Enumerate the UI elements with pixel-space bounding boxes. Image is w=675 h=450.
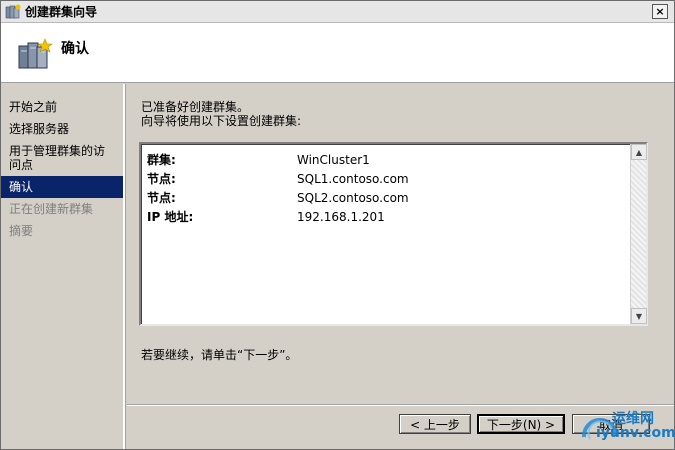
step-before-you-begin: 开始之前	[1, 96, 123, 118]
continue-instruction: 若要继续，请单击“下一步”。	[141, 348, 298, 362]
scroll-down-button[interactable]: ▼	[631, 308, 647, 324]
step-creating-cluster: 正在创建新群集	[1, 198, 123, 220]
next-button[interactable]: 下一步(N) >	[477, 414, 565, 434]
confirmation-content: 已准备好创建群集。 向导将使用以下设置创建群集: 群集: WinCluster1…	[127, 84, 674, 404]
step-label: 正在创建新群集	[9, 202, 94, 216]
step-access-point: 用于管理群集的访问点	[1, 140, 123, 176]
setting-key: 节点:	[147, 191, 176, 205]
setting-value: SQL1.contoso.com	[297, 171, 409, 186]
window-title: 创建群集向导	[25, 5, 98, 19]
step-label: 摘要	[9, 224, 34, 238]
cluster-servers-icon	[17, 37, 53, 73]
site-watermark: 运维网 iyunv.com	[576, 405, 675, 447]
setting-key: 群集:	[147, 153, 176, 167]
arrow-down-icon: ▼	[635, 311, 643, 321]
setting-value: 192.168.1.201	[297, 209, 385, 224]
arrow-up-icon: ▲	[635, 147, 643, 157]
step-label: 用于管理群集的访问点	[9, 144, 106, 172]
setting-value: SQL2.contoso.com	[297, 190, 409, 205]
watermark-text-domain: iyunv.com	[596, 425, 675, 441]
setting-key: IP 地址:	[147, 210, 194, 224]
step-select-servers: 选择服务器	[1, 118, 123, 140]
setting-value: WinCluster1	[297, 152, 370, 167]
setting-row-node: 节点: SQL2.contoso.com	[147, 188, 409, 207]
step-confirmation: 确认	[1, 176, 123, 198]
step-label: 选择服务器	[9, 122, 70, 136]
scroll-up-button[interactable]: ▲	[631, 144, 647, 160]
wizard-window: 创建群集向导 × 确认 开始之前 选择服务器 用于管理群集的访问点 确认 正在创…	[0, 0, 675, 450]
title-bar: 创建群集向导 ×	[1, 1, 674, 23]
settings-intro-text: 向导将使用以下设置创建群集:	[141, 114, 302, 128]
step-label: 确认	[9, 180, 34, 194]
close-button[interactable]: ×	[652, 4, 668, 19]
page-title: 确认	[61, 41, 89, 57]
setting-row-node: 节点: SQL1.contoso.com	[147, 169, 409, 188]
vertical-scrollbar[interactable]: ▲ ▼	[630, 144, 647, 324]
wizard-steps-sidebar: 开始之前 选择服务器 用于管理群集的访问点 确认 正在创建新群集 摘要	[1, 84, 125, 449]
cluster-wizard-app-icon	[5, 4, 21, 20]
setting-row-ip-address: IP 地址: 192.168.1.201	[147, 207, 409, 226]
settings-list[interactable]: 群集: WinCluster1 节点: SQL1.contoso.com 节点:…	[139, 142, 648, 326]
close-icon: ×	[655, 5, 665, 18]
setting-key: 节点:	[147, 172, 176, 186]
wizard-header: 确认	[1, 23, 674, 83]
setting-row-cluster: 群集: WinCluster1	[147, 150, 409, 169]
step-summary: 摘要	[1, 220, 123, 242]
back-button[interactable]: < 上一步	[399, 414, 471, 434]
step-label: 开始之前	[9, 100, 58, 114]
